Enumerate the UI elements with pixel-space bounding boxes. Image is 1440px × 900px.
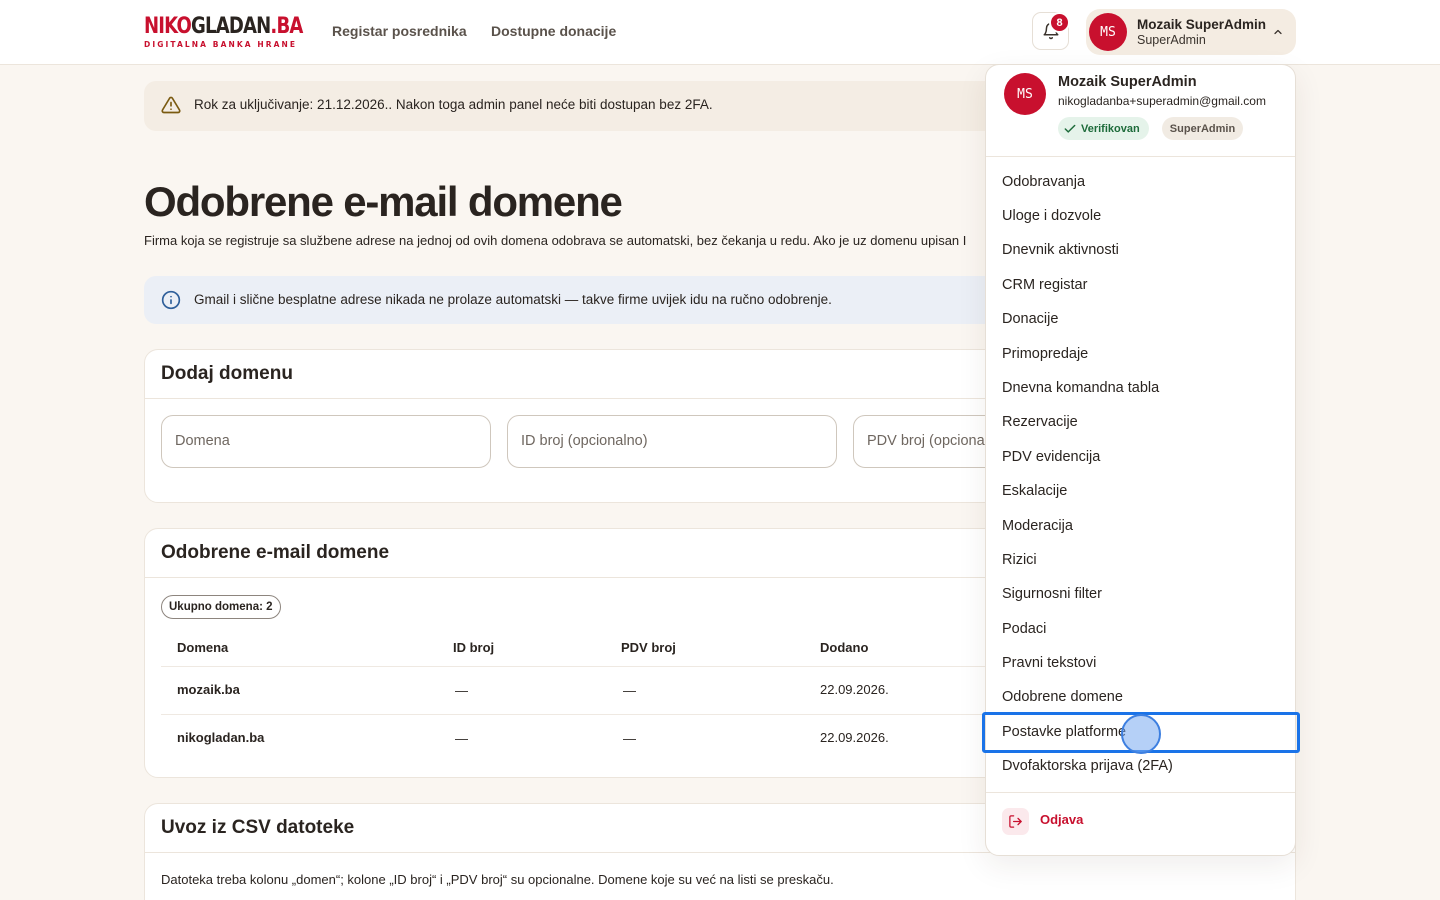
column-header-added: Dodano — [820, 640, 869, 655]
menu-item-postavke-platforme[interactable]: Postavke platforme — [1002, 724, 1126, 740]
chevron-up-icon — [1274, 29, 1282, 35]
cell-domain: nikogladan.ba — [177, 730, 265, 745]
menu-item-eskalacije[interactable]: Eskalacije — [1002, 483, 1067, 499]
alert-text: Rok za uključivanje: 21.12.2026.. Nakon … — [194, 97, 713, 112]
card-title: Uvoz iz CSV datoteke — [161, 817, 355, 838]
menu-item-pravni-tekstovi[interactable]: Pravni tekstovi — [1002, 655, 1096, 671]
user-role: SuperAdmin — [1137, 33, 1206, 47]
avatar: MS — [1089, 13, 1127, 51]
logo-wordmark: NIKOGLADAN.BA — [144, 14, 303, 39]
logo-tagline: DIGITALNA BANKA HRANE — [144, 40, 298, 49]
warning-icon — [161, 96, 181, 114]
divider — [986, 156, 1295, 157]
menu-item-odobravanja[interactable]: Odobravanja — [1002, 174, 1085, 190]
cursor-indicator — [1121, 714, 1161, 754]
csv-description: Datoteka treba kolonu „domen“; kolone „I… — [161, 872, 834, 887]
user-name: Mozaik SuperAdmin — [1137, 17, 1267, 32]
cell-domain: mozaik.ba — [177, 682, 240, 697]
domain-input[interactable]: Domena — [161, 415, 491, 468]
cell-pdv: — — [623, 683, 636, 698]
menu-item-crm-registar[interactable]: CRM registar — [1002, 277, 1087, 293]
menu-item-sigurnosni-filter[interactable]: Sigurnosni filter — [1002, 586, 1102, 602]
menu-item-primopredaje[interactable]: Primopredaje — [1002, 346, 1088, 362]
notification-count-badge: 8 — [1049, 12, 1070, 33]
logo[interactable]: NIKOGLADAN.BA DIGITALNA BANKA HRANE — [144, 14, 337, 50]
menu-item-donacije[interactable]: Donacije — [1002, 311, 1058, 327]
menu-item-moderacija[interactable]: Moderacija — [1002, 518, 1073, 534]
cell-id: — — [455, 683, 468, 698]
nav-dostupne-donacije[interactable]: Dostupne donacije — [491, 23, 616, 39]
menu-item-rezervacije[interactable]: Rezervacije — [1002, 414, 1078, 430]
check-icon — [1064, 124, 1076, 133]
domain-count-badge: Ukupno domena: 2 — [161, 595, 281, 619]
menu-item-dnevnik-aktivnosti[interactable]: Dnevnik aktivnosti — [1002, 242, 1119, 258]
cell-added: 22.09.2026. — [820, 682, 889, 697]
dropdown-user-name: Mozaik SuperAdmin — [1058, 74, 1197, 90]
top-header: NIKOGLADAN.BA DIGITALNA BANKA HRANE Regi… — [0, 0, 1440, 65]
page-title: Odobrene e-mail domene — [144, 178, 623, 225]
column-header-id: ID broj — [453, 640, 495, 655]
nav-registar-posrednika[interactable]: Registar posrednika — [332, 23, 467, 39]
menu-item-podaci[interactable]: Podaci — [1002, 621, 1046, 637]
domain-placeholder: Domena — [175, 433, 230, 449]
menu-item-uloge-i-dozvole[interactable]: Uloge i dozvole — [1002, 208, 1101, 224]
menu-item-dnevna-komandna-tabla[interactable]: Dnevna komandna tabla — [1002, 380, 1159, 396]
menu-item-odobrene-domene[interactable]: Odobrene domene — [1002, 689, 1123, 705]
menu-item-pdv-evidencija[interactable]: PDV evidencija — [1002, 449, 1100, 465]
cell-added: 22.09.2026. — [820, 730, 889, 745]
cell-id: — — [455, 731, 468, 746]
user-dropdown-menu: MS Mozaik SuperAdmin nikogladanba+supera… — [982, 64, 1300, 856]
verified-badge: Verifikovan — [1058, 117, 1149, 140]
info-icon — [161, 290, 181, 310]
column-header-pdv: PDV broj — [621, 640, 676, 655]
id-placeholder: ID broj (opcionalno) — [521, 433, 648, 449]
info-text: Gmail i slične besplatne adrese nikada n… — [194, 292, 832, 307]
pdv-placeholder: PDV broj (opcional — [867, 433, 988, 449]
role-badge: SuperAdmin — [1162, 117, 1243, 140]
column-header-domain: Domena — [177, 640, 229, 655]
avatar: MS — [1004, 73, 1046, 115]
menu-item-rizici[interactable]: Rizici — [1002, 552, 1037, 568]
logout-icon[interactable] — [1002, 808, 1029, 835]
dropdown-user-email: nikogladanba+superadmin@gmail.com — [1058, 94, 1266, 108]
logout-button[interactable]: Odjava — [1040, 812, 1083, 827]
card-title: Dodaj domenu — [161, 363, 293, 384]
id-number-input[interactable]: ID broj (opcionalno) — [507, 415, 837, 468]
card-title: Odobrene e-mail domene — [161, 542, 390, 563]
menu-item-dvofaktorska-prijava[interactable]: Dvofaktorska prijava (2FA) — [1002, 758, 1173, 774]
gmail-info-alert: Gmail i slične besplatne adrese nikada n… — [144, 276, 1014, 324]
twofa-deadline-alert: Rok za uključivanje: 21.12.2026.. Nakon … — [144, 81, 1014, 131]
cell-pdv: — — [623, 731, 636, 746]
verified-label: Verifikovan — [1081, 122, 1140, 135]
page-description: Firma koja se registruje sa službene adr… — [144, 233, 967, 248]
divider — [986, 792, 1295, 793]
user-menu-button[interactable]: MS Mozaik SuperAdmin SuperAdmin — [1086, 9, 1296, 55]
